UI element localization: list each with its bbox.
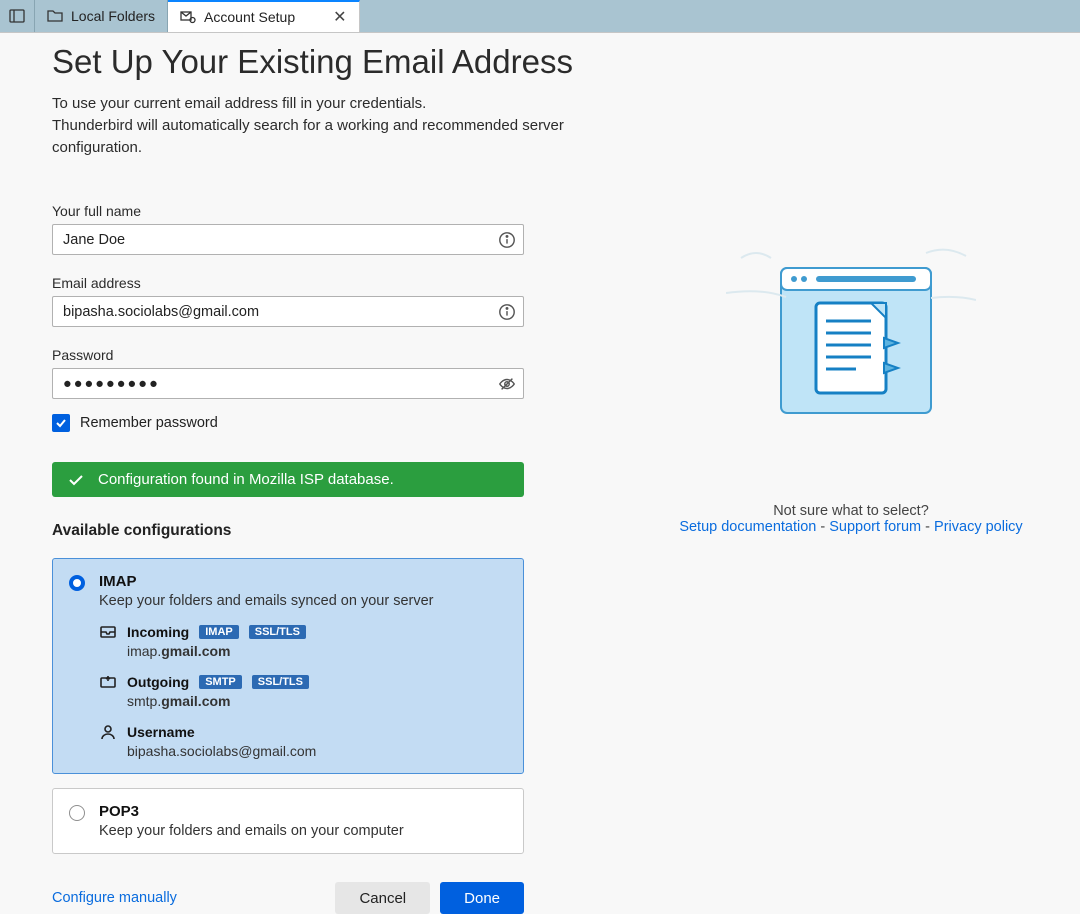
tab-bar: Local Folders Account Setup ✕ [0, 0, 1080, 33]
tab-label: Account Setup [204, 9, 295, 25]
page-subtitle: To use your current email address fill i… [52, 93, 622, 158]
email-input[interactable] [52, 296, 524, 327]
protocol-badge: SMTP [199, 675, 242, 689]
remember-password-checkbox[interactable] [52, 414, 70, 432]
name-label: Your full name [52, 203, 622, 219]
success-banner: Configuration found in Mozilla ISP datab… [52, 462, 524, 497]
done-button[interactable]: Done [440, 882, 524, 914]
support-forum-link[interactable]: Support forum [829, 519, 921, 535]
eye-off-icon[interactable] [498, 375, 516, 393]
radio-pop3[interactable] [69, 805, 85, 821]
name-input[interactable] [52, 224, 524, 255]
tab-label: Local Folders [71, 8, 155, 24]
available-config-heading: Available configurations [52, 522, 622, 540]
email-label: Email address [52, 275, 622, 291]
cancel-button[interactable]: Cancel [335, 882, 430, 914]
remember-password-label: Remember password [80, 415, 218, 431]
security-badge: SSL/TLS [249, 625, 306, 639]
outgoing-server: smtp.gmail.com [127, 693, 507, 709]
check-icon [68, 472, 84, 488]
outbox-icon [99, 673, 117, 691]
close-tab-icon[interactable]: ✕ [333, 7, 346, 27]
illustration [726, 243, 976, 433]
privacy-policy-link[interactable]: Privacy policy [934, 519, 1023, 535]
security-badge: SSL/TLS [252, 675, 309, 689]
layout-toggle-button[interactable] [0, 0, 35, 32]
info-icon[interactable] [498, 303, 516, 321]
tab-account-setup[interactable]: Account Setup ✕ [168, 0, 359, 32]
password-input[interactable] [52, 368, 524, 399]
protocol-badge: IMAP [199, 625, 239, 639]
incoming-server: imap.gmail.com [127, 643, 507, 659]
help-question: Not sure what to select? [679, 503, 1022, 519]
help-block: Not sure what to select? Setup documenta… [679, 503, 1022, 535]
imap-desc: Keep your folders and emails synced on y… [99, 593, 507, 609]
pop3-desc: Keep your folders and emails on your com… [99, 823, 507, 839]
user-icon [99, 723, 117, 741]
folder-icon [47, 8, 63, 24]
username-value: bipasha.sociolabs@gmail.com [127, 743, 507, 759]
tab-local-folders[interactable]: Local Folders [35, 0, 168, 32]
config-option-imap[interactable]: IMAP Keep your folders and emails synced… [52, 558, 524, 774]
config-option-pop3[interactable]: POP3 Keep your folders and emails on you… [52, 788, 524, 854]
mail-settings-icon [180, 9, 196, 25]
setup-doc-link[interactable]: Setup documentation [679, 519, 816, 535]
radio-imap[interactable] [69, 575, 85, 591]
password-label: Password [52, 347, 622, 363]
inbox-icon [99, 623, 117, 641]
imap-title: IMAP [99, 573, 507, 590]
pop3-title: POP3 [99, 803, 507, 820]
info-icon[interactable] [498, 231, 516, 249]
page-title: Set Up Your Existing Email Address [52, 43, 622, 81]
